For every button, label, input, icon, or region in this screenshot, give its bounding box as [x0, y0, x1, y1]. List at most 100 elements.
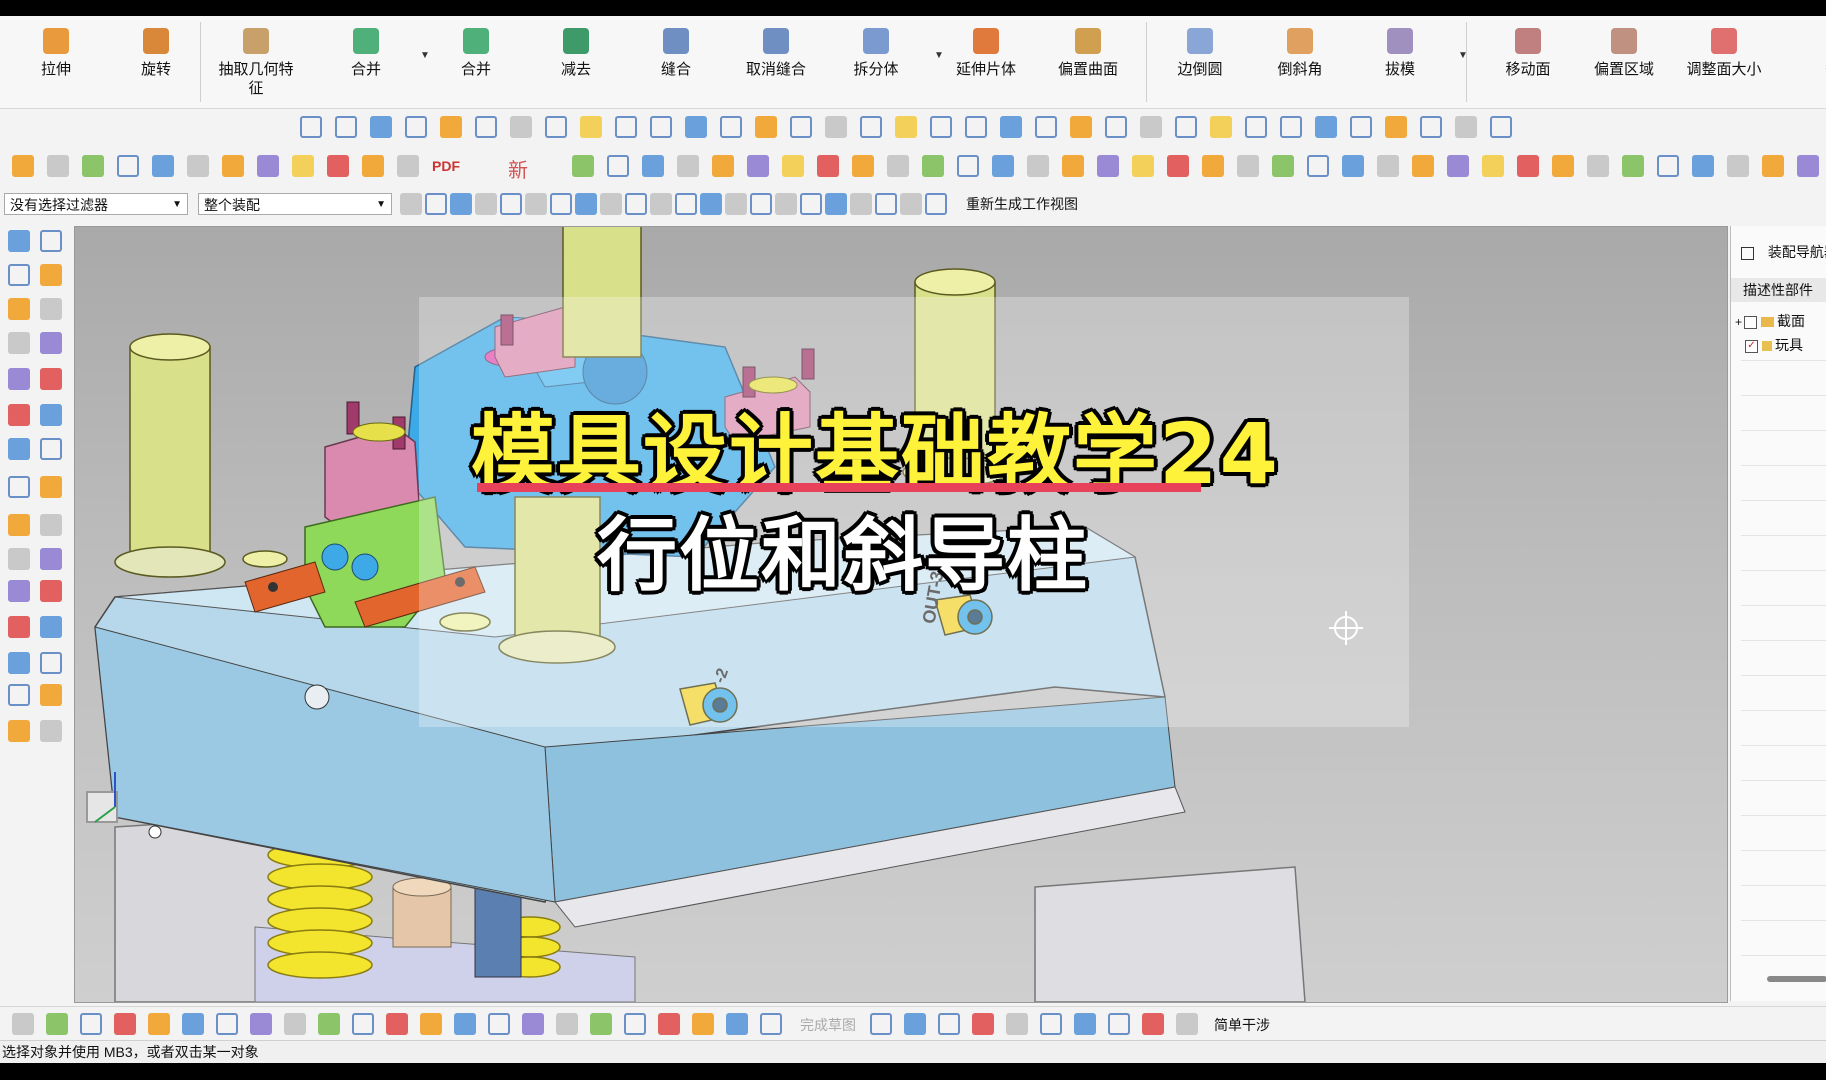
toolbar-tool-icon[interactable] — [965, 116, 987, 138]
ribbon-button-resize-face[interactable]: 调整面大小 — [1676, 20, 1772, 106]
toolbar-tool-icon[interactable] — [725, 193, 747, 215]
toolbar-tool-icon[interactable] — [284, 1013, 306, 1035]
left-toolbar-tool-icon[interactable] — [8, 230, 30, 252]
toolbar-tool-icon[interactable] — [1622, 155, 1644, 177]
toolbar-tool-icon[interactable] — [450, 193, 472, 215]
left-toolbar-tool-icon[interactable] — [8, 720, 30, 742]
toolbar-tool-icon[interactable] — [257, 155, 279, 177]
visibility-checkbox[interactable]: ✓ — [1745, 339, 1758, 353]
toolbar-tool-icon[interactable] — [1237, 155, 1259, 177]
toolbar-tool-icon[interactable] — [870, 1013, 892, 1035]
toolbar-tool-icon[interactable] — [1420, 116, 1442, 138]
toolbar-tool-icon[interactable] — [1142, 1013, 1164, 1035]
toolbar-tool-icon[interactable] — [580, 116, 602, 138]
toolbar-tool-icon[interactable] — [556, 1013, 578, 1035]
left-toolbar-tool-icon[interactable] — [40, 720, 62, 742]
ribbon-button-extend-sheet[interactable]: 延伸片体 — [938, 20, 1034, 106]
simple-interference-button[interactable]: 简单干涉 — [1214, 1015, 1270, 1035]
left-toolbar-tool-icon[interactable] — [8, 652, 30, 674]
toolbar-tool-icon[interactable] — [930, 116, 952, 138]
toolbar-tool-icon[interactable] — [782, 155, 804, 177]
toolbar-tool-icon[interactable] — [80, 1013, 102, 1035]
toolbar-tool-icon[interactable] — [400, 193, 422, 215]
left-toolbar-tool-icon[interactable] — [40, 580, 62, 602]
left-toolbar-tool-icon[interactable] — [40, 230, 62, 252]
toolbar-tool-icon[interactable] — [938, 1013, 960, 1035]
toolbar-tool-icon[interactable] — [1797, 155, 1819, 177]
toolbar-tool-icon[interactable] — [222, 155, 244, 177]
toolbar-tool-icon[interactable] — [817, 155, 839, 177]
toolbar-tool-icon[interactable] — [860, 116, 882, 138]
toolbar-tool-icon[interactable] — [1692, 155, 1714, 177]
toolbar-tool-icon[interactable] — [82, 155, 104, 177]
ribbon-button-offset-surface[interactable]: 偏置曲面 — [1040, 20, 1136, 106]
left-toolbar-tool-icon[interactable] — [40, 476, 62, 498]
toolbar-tool-icon[interactable] — [720, 116, 742, 138]
ribbon-dropdown-arrow-icon[interactable]: ▼ — [934, 50, 944, 61]
left-toolbar-tool-icon[interactable] — [40, 652, 62, 674]
ribbon-button-unsew[interactable]: 取消缝合 — [728, 20, 824, 106]
toolbar-tool-icon[interactable] — [1762, 155, 1784, 177]
left-toolbar-tool-icon[interactable] — [40, 298, 62, 320]
toolbar-tool-icon[interactable] — [1552, 155, 1574, 177]
toolbar-tool-icon[interactable] — [117, 155, 139, 177]
left-toolbar-tool-icon[interactable] — [8, 616, 30, 638]
toolbar-tool-icon[interactable] — [550, 193, 572, 215]
toolbar-tool-icon[interactable] — [1210, 116, 1232, 138]
toolbar-tool-icon[interactable] — [1245, 116, 1267, 138]
toolbar-tool-icon[interactable] — [425, 193, 447, 215]
toolbar-tool-icon[interactable] — [850, 193, 872, 215]
ribbon-button-unite[interactable]: 合并 — [428, 20, 524, 106]
toolbar-tool-icon[interactable] — [386, 1013, 408, 1035]
toolbar-tool-icon[interactable] — [370, 116, 392, 138]
left-toolbar-tool-icon[interactable] — [8, 404, 30, 426]
toolbar-tool-icon[interactable] — [1315, 116, 1337, 138]
toolbar-tool-icon[interactable] — [726, 1013, 748, 1035]
toolbar-tool-icon[interactable] — [600, 193, 622, 215]
toolbar-tool-icon[interactable] — [500, 193, 522, 215]
toolbar-tool-icon[interactable] — [327, 155, 349, 177]
toolbar-tool-icon[interactable] — [545, 116, 567, 138]
ribbon-button-move-face[interactable]: 移动面 — [1480, 20, 1576, 106]
toolbar-tool-icon[interactable] — [1455, 116, 1477, 138]
toolbar-tool-icon[interactable] — [454, 1013, 476, 1035]
toolbar-tool-icon[interactable] — [488, 1013, 510, 1035]
toolbar-tool-icon[interactable] — [216, 1013, 238, 1035]
ribbon-button-offset-region[interactable]: 偏置区域 — [1576, 20, 1672, 106]
toolbar-tool-icon[interactable] — [1074, 1013, 1096, 1035]
toolbar-tool-icon[interactable] — [887, 155, 909, 177]
toolbar-tool-icon[interactable] — [1447, 155, 1469, 177]
toolbar-tool-icon[interactable] — [1517, 155, 1539, 177]
toolbar-tool-icon[interactable] — [292, 155, 314, 177]
toolbar-tool-icon[interactable] — [755, 116, 777, 138]
ribbon-button-draft[interactable]: 拔模 — [1352, 20, 1448, 106]
toolbar-tool-icon[interactable] — [12, 155, 34, 177]
pdf-export-label[interactable]: PDF — [432, 158, 460, 174]
left-toolbar-tool-icon[interactable] — [8, 476, 30, 498]
selection-filter-dropdown[interactable]: 没有选择过滤器 ▼ — [4, 193, 188, 215]
toolbar-tool-icon[interactable] — [747, 155, 769, 177]
left-toolbar-tool-icon[interactable] — [40, 332, 62, 354]
toolbar-tool-icon[interactable] — [700, 193, 722, 215]
toolbar-tool-icon[interactable] — [775, 193, 797, 215]
toolbar-tool-icon[interactable] — [1175, 116, 1197, 138]
toolbar-tool-icon[interactable] — [607, 155, 629, 177]
toolbar-tool-icon[interactable] — [590, 1013, 612, 1035]
left-toolbar-tool-icon[interactable] — [40, 264, 62, 286]
ribbon-button-replace-face[interactable]: 替换 — [1792, 20, 1826, 106]
toolbar-tool-icon[interactable] — [972, 1013, 994, 1035]
toolbar-tool-icon[interactable] — [760, 1013, 782, 1035]
ribbon-button-extract-geometry[interactable]: 抽取几何特征 — [208, 20, 304, 106]
toolbar-tool-icon[interactable] — [790, 116, 812, 138]
navigator-column-header[interactable]: 描述性部件 — [1731, 278, 1826, 302]
toolbar-tool-icon[interactable] — [1272, 155, 1294, 177]
toolbar-tool-icon[interactable] — [677, 155, 699, 177]
toolbar-tool-icon[interactable] — [1657, 155, 1679, 177]
toolbar-tool-icon[interactable] — [352, 1013, 374, 1035]
visibility-checkbox[interactable] — [1744, 315, 1758, 329]
toolbar-tool-icon[interactable] — [522, 1013, 544, 1035]
toolbar-tool-icon[interactable] — [1412, 155, 1434, 177]
ribbon-button-revolve[interactable]: 旋转 — [108, 20, 204, 106]
ribbon-button-subtract[interactable]: 减去 — [528, 20, 624, 106]
navigator-pin-icon[interactable] — [1741, 246, 1754, 260]
